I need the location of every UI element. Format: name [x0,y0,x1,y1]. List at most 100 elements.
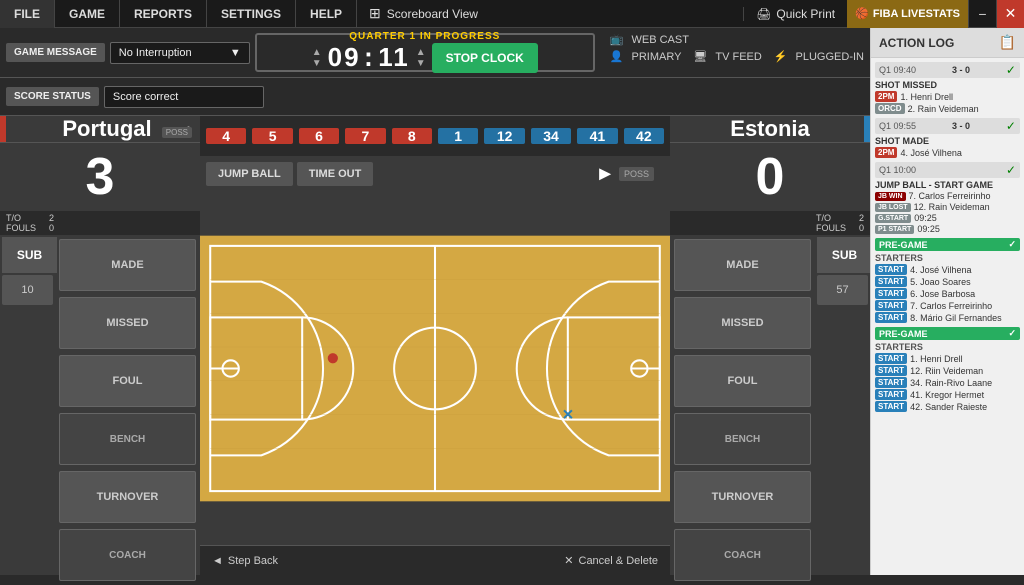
left-players-row: T/O2 FOULS0 [0,211,200,235]
monitor-icon: 📺 [610,33,624,46]
player-5-left[interactable]: 5 [252,128,292,144]
jump-ball-button[interactable]: JUMP BALL [206,162,293,186]
left-team-panel: Portugal ◄ POSS 3 T/O2 FOULS0 [0,116,200,575]
player-34-right[interactable]: 34 [531,128,571,144]
right-made-button[interactable]: MADE [674,239,811,291]
right-foul-button[interactable]: FOUL [674,355,811,407]
right-team-panel: Estonia 0 T/O2 FOULS0 MADE [670,116,870,575]
action-log-header: ACTION LOG 📋 [871,28,1024,58]
quarter-title: QUARTER 1 IN PROGRESS [349,31,500,42]
player-1-right[interactable]: 1 [438,128,478,144]
action-log-panel: ACTION LOG 📋 Q1 09:40 3 - 0 ✓ SHOT MISSE… [870,28,1024,575]
svg-text:✕: ✕ [562,408,574,424]
left-turnover-button[interactable]: TURNOVER [59,471,196,523]
plugged-in-row: ⚡ PLUGGED-IN [774,50,864,63]
fiba-brand: 🏀 FIBA LIVESTATS [847,0,968,28]
right-turnover-button[interactable]: TURNOVER [674,471,811,523]
quick-print-button[interactable]: 🖨 Quick Print [743,7,847,21]
player-7-left[interactable]: 7 [345,128,385,144]
scoreboard-icon: ⊞ [369,5,381,22]
player-12-right[interactable]: 12 [484,128,524,144]
left-made-button[interactable]: MADE [59,239,196,291]
menu-game[interactable]: GAME [55,0,120,28]
quarter-section: QUARTER 1 IN PROGRESS ▲ ▼ 09:11 ▲ ▼ STOP… [255,33,595,72]
game-message-label: GAME MESSAGE [6,43,105,62]
player-6-left[interactable]: 6 [299,128,339,144]
close-button[interactable]: ✕ [996,0,1024,28]
right-team-score: 0 [746,147,795,207]
center-panel: 4 5 6 7 8 1 12 34 41 42 [200,116,670,575]
log-entry-shot-missed-1: Q1 09:40 3 - 0 ✓ SHOT MISSED 2PM 1. Henr… [875,62,1020,114]
left-sub-button[interactable]: SUB [2,237,57,273]
right-coach-button[interactable]: COACH [674,529,811,581]
right-poss-indicator: POSS [619,167,654,181]
action-log-body: Q1 09:40 3 - 0 ✓ SHOT MISSED 2PM 1. Henr… [871,58,1024,575]
player-41-right[interactable]: 41 [577,128,617,144]
printer-icon: 🖨 [756,7,771,21]
main-wrapper: GAME MESSAGE No Interruption ▼ QUARTER 1… [0,28,1024,575]
step-back-icon: ◄ [212,555,223,567]
left-team-actions: MADE MISSED FOUL BENCH TURNOVER COACH [55,235,200,585]
left-tof-fouls: T/O2 FOULS0 [0,211,60,235]
clock-stepper-right[interactable]: ▲ ▼ [416,47,426,69]
right-players-row: T/O2 FOULS0 [670,211,870,235]
action-log-icon[interactable]: 📋 [999,34,1016,51]
basketball-court[interactable]: ✕ [200,192,670,545]
user-icon: 👤 [610,50,624,63]
cancel-icon: ✕ [564,554,573,567]
menu-file[interactable]: FILE [0,0,55,28]
time-out-button[interactable]: TIME OUT [297,162,374,186]
menu-reports[interactable]: REPORTS [120,0,207,28]
clock-row: ▲ ▼ 09:11 ▲ ▼ STOP CLOCK [312,42,538,74]
player-4-left[interactable]: 4 [206,128,246,144]
left-bench-button[interactable]: BENCH [59,413,196,465]
player-8-left[interactable]: 8 [392,128,432,144]
menu-help[interactable]: HELP [296,0,357,28]
minimize-button[interactable]: − [968,0,996,28]
left-team-name: Portugal [62,116,151,142]
scoreboard-view[interactable]: ⊞ Scoreboard View [357,5,490,22]
menu-bar: FILE GAME REPORTS SETTINGS HELP ⊞ Scoreb… [0,0,1024,28]
primary-row: 👤 PRIMARY [610,50,682,63]
right-team-name: Estonia [730,116,809,142]
tv-icon: 🖥 [693,50,707,63]
left-coach-button[interactable]: COACH [59,529,196,581]
left-missed-button[interactable]: MISSED [59,297,196,349]
log-entry-pregame-left: PRE-GAME ✓ STARTERS START 4. José Vilhen… [875,238,1020,323]
score-status-value[interactable]: Score correct [104,86,264,108]
player-42-right[interactable]: 42 [624,128,664,144]
left-panel: GAME MESSAGE No Interruption ▼ QUARTER 1… [0,28,870,575]
score-status-row: SCORE STATUS Score correct [0,78,870,116]
menu-right: 🖨 Quick Print 🏀 FIBA LIVESTATS − ✕ [743,0,1024,28]
log-entry-pregame-right: PRE-GAME ✓ STARTERS START 1. Henri Drell… [875,327,1020,412]
log-entry-shot-made: Q1 09:55 3 - 0 ✓ SHOT MADE 2PM 4. José V… [875,118,1020,158]
right-missed-button[interactable]: MISSED [674,297,811,349]
game-message-dropdown[interactable]: No Interruption ▼ [110,42,250,64]
right-tof-fouls: T/O2 FOULS0 [810,211,870,235]
right-score-row: Estonia [670,116,870,143]
log-entry-jump-ball: Q1 10:00 ✓ JUMP BALL - START GAME JB WIN… [875,162,1020,234]
left-team-score: 3 [76,147,125,207]
possession-arrow-right: ► POSS [585,162,664,186]
action-log-title: ACTION LOG [879,36,954,50]
right-sub-button[interactable]: SUB [817,237,872,273]
right-bench-button[interactable]: BENCH [674,413,811,465]
left-poss-indicator: POSS [162,127,192,138]
plug-icon: ⚡ [774,50,788,63]
clock-stepper-left[interactable]: ▲ ▼ [312,47,322,69]
dropdown-arrow-icon: ▼ [230,47,241,59]
center-action-buttons: JUMP BALL TIME OUT ► POSS [200,156,670,192]
stop-clock-button[interactable]: STOP CLOCK [432,43,538,73]
score-status-label: SCORE STATUS [6,87,99,106]
webcast-section: 📺 WEB CAST 👤 PRIMARY 🖥 TV FEED ⚡ PLUGGED… [600,33,864,72]
top-controls: GAME MESSAGE No Interruption ▼ QUARTER 1… [0,28,870,78]
left-score-row: Portugal ◄ POSS [0,116,200,143]
left-foul-button[interactable]: FOUL [59,355,196,407]
right-team-actions: MADE MISSED FOUL BENCH TURNOVER COACH [670,235,815,585]
webcast-title-row: 📺 WEB CAST [610,33,864,46]
menu-settings[interactable]: SETTINGS [207,0,296,28]
game-area: Portugal ◄ POSS 3 T/O2 FOULS0 [0,116,870,575]
cancel-delete-button[interactable]: ✕ Cancel & Delete [552,546,670,575]
step-back-button[interactable]: ◄ Step Back [200,546,290,575]
game-message-section: GAME MESSAGE No Interruption ▼ [6,33,250,72]
